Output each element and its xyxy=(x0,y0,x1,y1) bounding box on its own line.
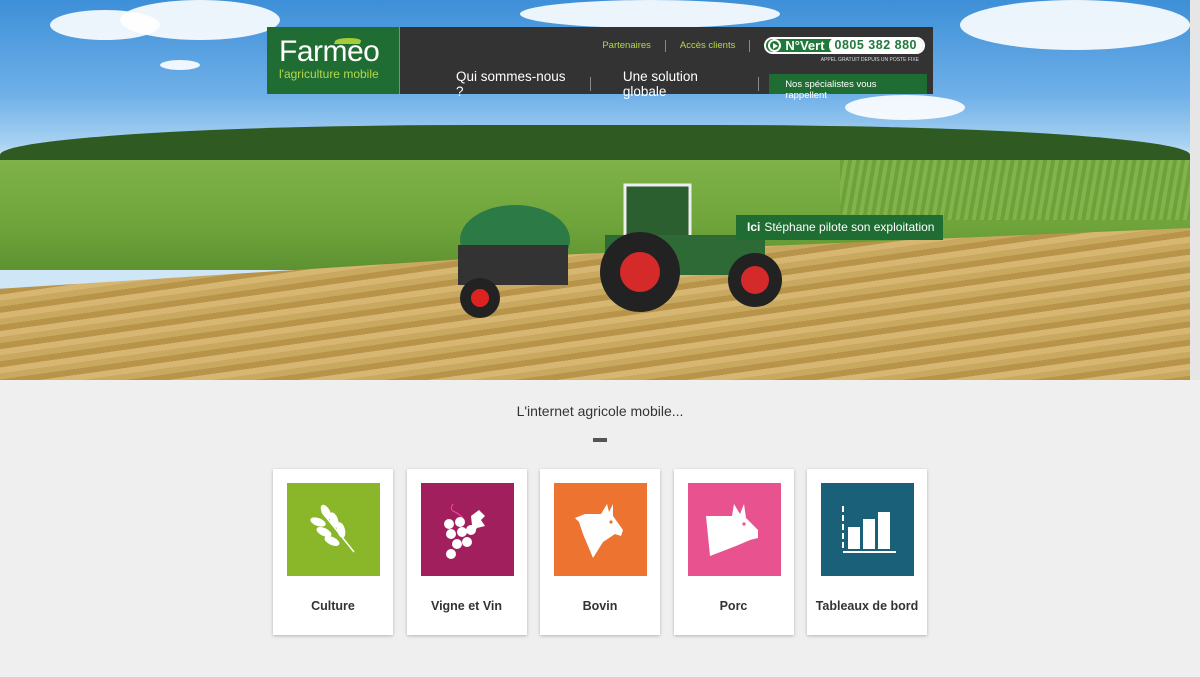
menu-qui-sommes-nous[interactable]: Qui sommes-nous ? xyxy=(400,69,568,99)
link-partenaires[interactable]: Partenaires xyxy=(602,40,651,51)
divider xyxy=(758,77,760,91)
play-icon xyxy=(768,39,782,52)
phone-label: N°Vert xyxy=(785,38,825,53)
pig-icon xyxy=(687,483,781,576)
scrollbar[interactable] xyxy=(1190,0,1200,380)
cow-icon xyxy=(554,483,647,576)
wheat-icon xyxy=(287,483,380,576)
phone-number-badge[interactable]: N°Vert 0805 382 880 xyxy=(764,37,925,54)
category-cards: Culture Vigne et Vin Bovin Porc Tableaux… xyxy=(273,469,927,635)
divider xyxy=(593,438,607,442)
card-label: Tableaux de bord xyxy=(815,599,919,613)
link-acces-clients[interactable]: Accès clients xyxy=(680,40,735,51)
navigation: Partenaires Accès clients N°Vert 0805 38… xyxy=(400,27,933,101)
bar-chart-icon xyxy=(821,483,914,576)
menu-solution-globale[interactable]: Une solution globale xyxy=(591,69,736,99)
card-label: Porc xyxy=(719,599,748,613)
callback-button[interactable]: Nos spécialistes vous rappellent xyxy=(769,74,927,101)
card-bovin[interactable]: Bovin xyxy=(540,469,660,635)
card-vigne-et-vin[interactable]: Vigne et Vin xyxy=(406,469,527,635)
logo-swoosh-icon xyxy=(333,38,363,44)
phone-note: APPEL GRATUIT DEPUIS UN POSTE FIXE xyxy=(820,57,919,63)
phone-number: 0805 382 880 xyxy=(828,39,923,52)
logo-tagline: l'agriculture mobile xyxy=(279,67,379,81)
badge-bold: Ici xyxy=(747,220,761,234)
card-tableaux-de-bord[interactable]: Tableaux de bord xyxy=(807,469,927,635)
card-label: Bovin xyxy=(582,599,618,613)
grapes-icon xyxy=(420,483,514,576)
hero-badge: Ici Stéphane pilote son exploitation xyxy=(736,215,943,240)
divider xyxy=(749,39,751,52)
card-culture[interactable]: Culture xyxy=(273,469,393,635)
site-header: Farmeo l'agriculture mobile Partenaires … xyxy=(267,27,933,101)
card-label: Culture xyxy=(311,599,355,613)
logo[interactable]: Farmeo l'agriculture mobile xyxy=(267,27,400,94)
divider xyxy=(664,39,666,52)
card-porc[interactable]: Porc xyxy=(673,469,794,635)
section-title: L'internet agricole mobile... xyxy=(516,403,684,419)
tractor-image xyxy=(458,183,782,318)
card-label: Vigne et Vin xyxy=(430,599,503,613)
badge-text: Stéphane pilote son exploitation xyxy=(764,220,935,234)
